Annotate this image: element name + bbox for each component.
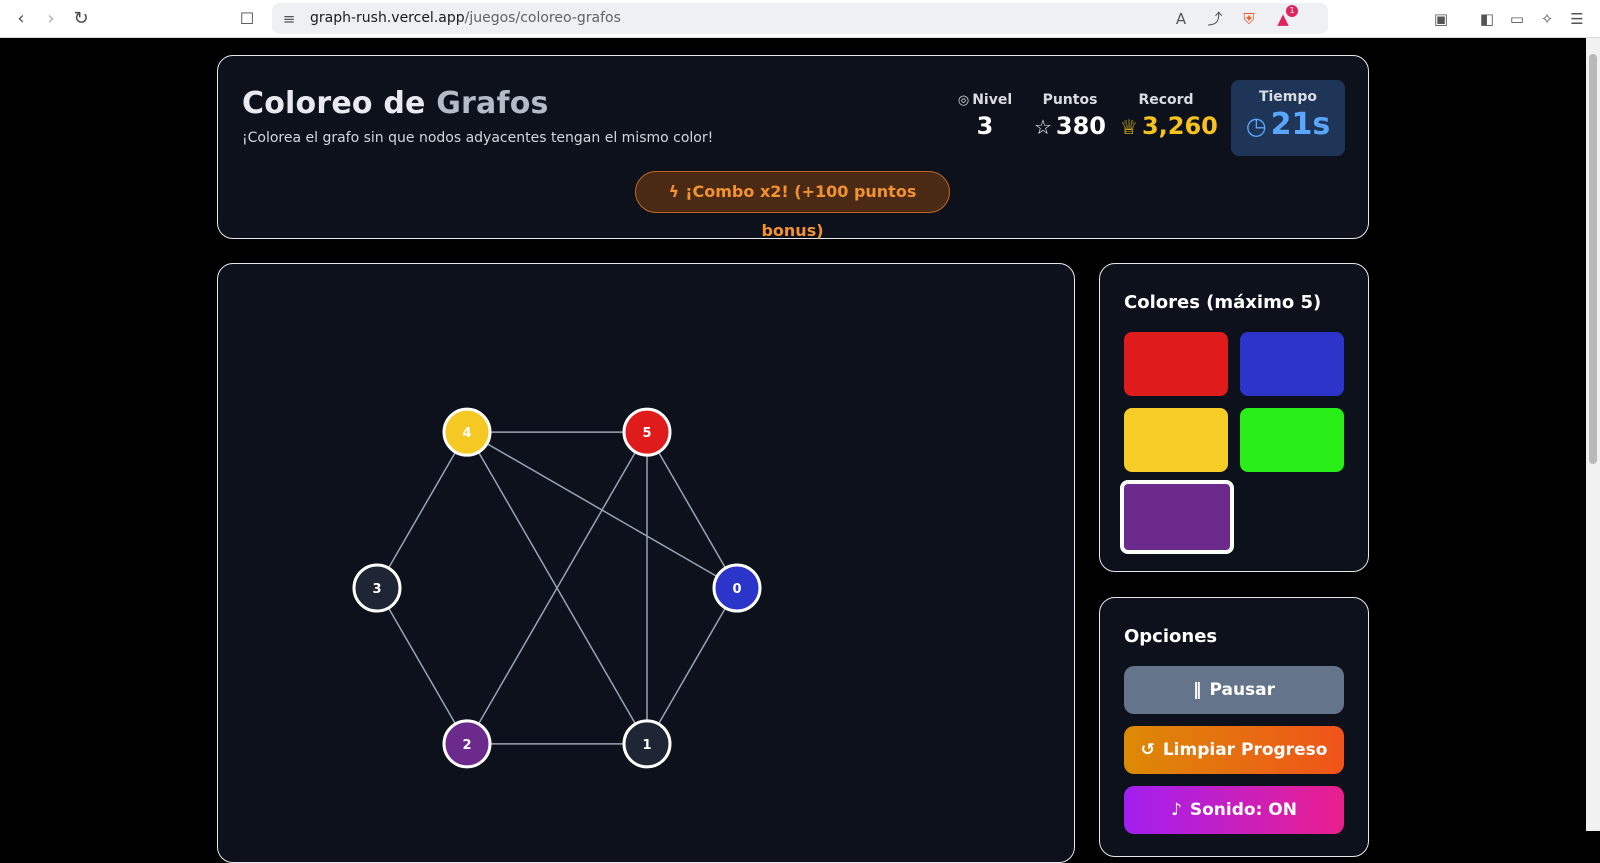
color-swatch[interactable] bbox=[1124, 332, 1228, 396]
stat-record-value: ♕ 3,260 bbox=[1120, 112, 1218, 140]
target-icon: ◎ bbox=[957, 93, 970, 108]
graph-edge-4-3 bbox=[376, 431, 468, 589]
leo-ai-icon[interactable]: ✧ bbox=[1538, 10, 1556, 28]
game-header: Coloreo de Grafos ¡Colorea el grafo sin … bbox=[217, 55, 1369, 240]
color-swatch[interactable] bbox=[1124, 408, 1228, 472]
graph-edge-1-0 bbox=[646, 587, 738, 745]
stat-puntos-label: Puntos bbox=[1042, 92, 1098, 108]
pause-button[interactable]: ‖ Pausar bbox=[1124, 666, 1344, 714]
stat-nivel: ◎ Nivel 3 bbox=[952, 92, 1018, 140]
trophy-icon: ♕ bbox=[1120, 115, 1138, 139]
rewards-badge: 1 bbox=[1286, 5, 1298, 17]
page-scrollbar[interactable] bbox=[1586, 38, 1600, 831]
reset-icon: ↺ bbox=[1140, 740, 1155, 760]
site-settings-icon[interactable]: ≡ bbox=[280, 10, 298, 28]
speaker-icon: ♪ bbox=[1171, 800, 1182, 820]
options-panel: Opciones ‖ Pausar ↺ Limpiar Progreso ♪ Soni… bbox=[1099, 597, 1369, 857]
lightning-icon: ϟ bbox=[668, 182, 680, 201]
graph-board: 0 1 2 3 4 5 bbox=[217, 263, 1075, 863]
stat-puntos: Puntos ☆ 380 bbox=[1032, 92, 1108, 140]
menu-icon[interactable]: ☰ bbox=[1568, 10, 1586, 28]
graph-node-0[interactable]: 0 bbox=[712, 563, 762, 613]
brave-shield-icon[interactable]: ⛨ bbox=[1240, 10, 1258, 28]
page-subtitle: ¡Colorea el grafo sin que nodos adyacent… bbox=[242, 130, 714, 146]
browser-toolbar: ‹ › ↻ ☐ ≡ graph-rush.vercel.app/juegos/c… bbox=[0, 0, 1600, 38]
color-swatch[interactable] bbox=[1240, 332, 1344, 396]
graph-node-label: 0 bbox=[732, 582, 741, 597]
graph-node-label: 5 bbox=[642, 426, 651, 441]
stat-nivel-value: 3 bbox=[976, 112, 994, 140]
options-title: Opciones bbox=[1124, 626, 1218, 647]
reader-mode-icon[interactable]: ▣ bbox=[1432, 10, 1450, 28]
graph-node-4[interactable]: 4 bbox=[442, 407, 492, 457]
scrollbar-thumb[interactable] bbox=[1589, 54, 1597, 464]
stat-puntos-value: ☆ 380 bbox=[1033, 112, 1107, 140]
sound-button[interactable]: ♪ Sonido: ON bbox=[1124, 786, 1344, 834]
graph-node-2[interactable]: 2 bbox=[442, 719, 492, 769]
reload-icon[interactable]: ↻ bbox=[70, 8, 92, 30]
bookmark-icon[interactable]: ☐ bbox=[236, 8, 258, 30]
pause-icon: ‖ bbox=[1192, 680, 1202, 700]
url-text: graph-rush.vercel.app/juegos/coloreo-gra… bbox=[310, 10, 621, 26]
star-icon: ☆ bbox=[1033, 115, 1052, 139]
graph-node-3[interactable]: 3 bbox=[352, 563, 402, 613]
graph-node-5[interactable]: 5 bbox=[622, 407, 672, 457]
graph-canvas[interactable]: 0 1 2 3 4 5 bbox=[218, 264, 1074, 862]
graph-node-label: 3 bbox=[372, 582, 381, 597]
share-icon[interactable]: ⤴ bbox=[1206, 10, 1224, 28]
graph-edge-3-2 bbox=[376, 587, 468, 745]
graph-node-1[interactable]: 1 bbox=[622, 719, 672, 769]
palette-title: Colores (máximo 5) bbox=[1124, 292, 1322, 313]
color-palette: Colores (máximo 5) bbox=[1099, 263, 1369, 572]
translate-icon[interactable]: A bbox=[1172, 10, 1190, 28]
page-title: Coloreo de Grafos bbox=[242, 86, 549, 121]
color-swatch[interactable] bbox=[1120, 480, 1234, 554]
address-bar[interactable]: ≡ graph-rush.vercel.app/juegos/coloreo-g… bbox=[272, 3, 1328, 34]
graph-node-label: 1 bbox=[642, 738, 651, 753]
stat-tiempo-value: ◷ 21s bbox=[1245, 107, 1331, 142]
sidebar-icon[interactable]: ◧ bbox=[1478, 10, 1496, 28]
stat-nivel-label: ◎ Nivel bbox=[957, 92, 1013, 108]
back-icon[interactable]: ‹ bbox=[10, 8, 32, 30]
graph-node-label: 2 bbox=[462, 738, 471, 753]
color-swatch[interactable] bbox=[1240, 408, 1344, 472]
stat-record-label: Record bbox=[1138, 92, 1194, 108]
stat-tiempo: Tiempo ◷ 21s bbox=[1231, 80, 1345, 156]
forward-icon[interactable]: › bbox=[40, 8, 62, 30]
stat-record: Record ♕ 3,260 bbox=[1120, 92, 1218, 140]
graph-edge-5-0 bbox=[646, 431, 738, 589]
combo-badge: ϟ ¡Combo x2! (+100 puntos bonus) bbox=[635, 171, 950, 240]
clear-progress-button[interactable]: ↺ Limpiar Progreso bbox=[1124, 726, 1344, 774]
clock-icon: ◷ bbox=[1245, 112, 1267, 140]
stat-tiempo-label: Tiempo bbox=[1258, 89, 1318, 105]
wallet-icon[interactable]: ▭ bbox=[1508, 10, 1526, 28]
graph-node-label: 4 bbox=[462, 426, 471, 441]
